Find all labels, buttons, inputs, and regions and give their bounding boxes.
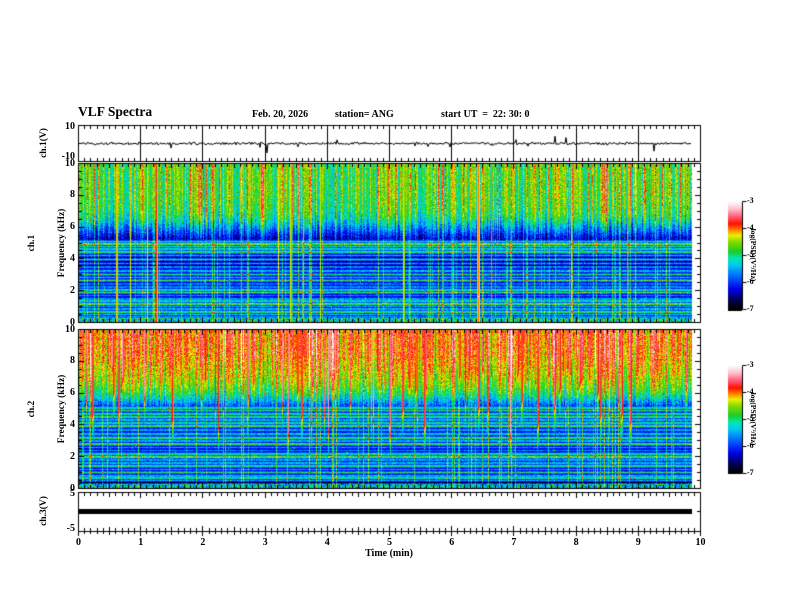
plot-title: VLF Spectra xyxy=(78,104,153,119)
time-tick-label: 9 xyxy=(635,537,641,548)
colorbar1-tick-label: -6 xyxy=(747,277,754,286)
header-date: Feb. 20, 2026 xyxy=(252,109,309,120)
ch2-axis-line1: ch.2 xyxy=(27,400,38,418)
ch1-axis-line1: ch.1 xyxy=(27,234,38,252)
ch2-spectrogram-axis-label: ch.2 Frequency (kHz) xyxy=(8,375,88,444)
time-tick-label: 10 xyxy=(695,537,706,548)
ch1-freq-tick-label: 10 xyxy=(65,157,75,169)
ch2-freq-tick-label: 10 xyxy=(65,323,75,335)
colorbar2-tick-label: -4 xyxy=(747,387,754,396)
ch1-freq-tick-label: 6 xyxy=(70,221,75,233)
plot-canvas xyxy=(0,0,792,612)
colorbar1-tick-label: -4 xyxy=(747,223,754,232)
header-start-ut: start UT = 22: 30: 0 xyxy=(441,109,530,120)
colorbar2-tick-label: -5 xyxy=(747,414,754,423)
time-tick-label: 1 xyxy=(138,537,144,548)
ch2-freq-tick-label: 6 xyxy=(70,387,75,399)
time-tick-label: 5 xyxy=(387,537,392,548)
vlf-spectra-figure: VLF Spectra Feb. 20, 2026 station= ANG s… xyxy=(0,0,792,612)
ch1-voltage-tick-label: 10 xyxy=(65,121,75,132)
ch1-voltage-axis-label: ch.1(V) xyxy=(39,128,50,158)
ch2-freq-tick-label: 8 xyxy=(70,355,75,367)
colorbar2-tick-label: -3 xyxy=(747,360,754,369)
ch1-spectrogram-axis-label: ch.1 Frequency (kHz) xyxy=(8,209,88,278)
ch1-freq-tick-label: 8 xyxy=(70,189,75,201)
time-tick-label: 6 xyxy=(449,537,455,548)
colorbar1-tick-label: -3 xyxy=(747,196,754,205)
time-tick-label: 2 xyxy=(200,537,206,548)
colorbar2-tick-label: -6 xyxy=(747,441,754,450)
time-tick-label: 7 xyxy=(511,537,517,548)
colorbar1-tick-label: -5 xyxy=(747,250,754,259)
time-tick-label: 8 xyxy=(573,537,579,548)
ch3-voltage-axis-label: ch.3(V) xyxy=(39,496,50,526)
time-axis-label: Time (min) xyxy=(365,548,413,559)
time-tick-label: 3 xyxy=(262,537,268,548)
header-station: station= ANG xyxy=(335,109,394,120)
ch2-freq-tick-label: 2 xyxy=(70,450,75,462)
colorbar1-tick-label: -7 xyxy=(747,304,754,313)
time-tick-label: 0 xyxy=(76,537,81,548)
ch1-axis-line2: Frequency (kHz) xyxy=(56,208,67,278)
time-tick-label: 4 xyxy=(324,537,330,548)
ch2-axis-line2: Frequency (kHz) xyxy=(56,374,67,444)
ch1-freq-tick-label: 4 xyxy=(70,252,75,264)
colorbar2-tick-label: -7 xyxy=(747,468,754,477)
ch3-voltage-tick-label: -5 xyxy=(66,523,75,534)
ch1-freq-tick-label: 2 xyxy=(70,284,75,296)
ch3-voltage-tick-label: 5 xyxy=(70,488,75,499)
ch2-freq-tick-label: 4 xyxy=(70,418,75,430)
